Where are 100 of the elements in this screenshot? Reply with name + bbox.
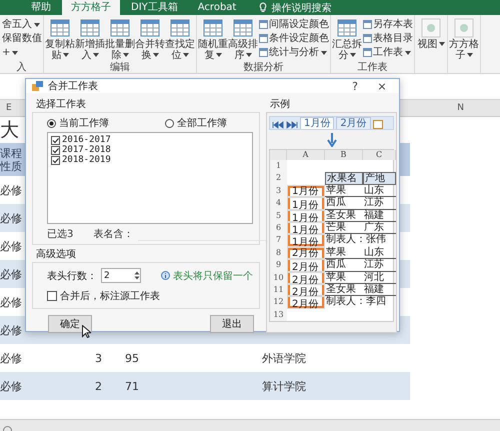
column-header: A (287, 150, 325, 160)
ribbon-button[interactable]: 视图 (416, 18, 446, 62)
ribbon-button[interactable]: 批量删除 (105, 18, 135, 62)
table-cell-text: 71 (124, 380, 139, 392)
group-label: 数据分析 (242, 62, 284, 73)
row-number: 13 (270, 308, 287, 322)
ribbon-button[interactable]: 保留数值 (2, 32, 42, 45)
caret-icon (321, 50, 327, 54)
checkbox-icon[interactable] (47, 291, 57, 301)
ribbon-button[interactable]: 舍五入 (2, 18, 42, 31)
table-cell: 福建 (363, 284, 396, 296)
group-title: 选择工作表 (36, 98, 87, 111)
table-icon (203, 18, 223, 38)
table-cell-text: 2 (94, 380, 102, 392)
row-number: 4 (270, 197, 287, 210)
field-label: 表头行数： (47, 270, 97, 282)
table-cell-text: 制表人：张伟 (325, 234, 387, 246)
group-title: 示例 (270, 98, 291, 111)
ribbon-button[interactable]: 表格目录 (363, 32, 413, 45)
row-number: 6 (270, 222, 287, 234)
ribbon-tab[interactable]: 帮助 (22, 0, 60, 15)
table-icon (80, 18, 100, 38)
caret-icon (152, 52, 158, 57)
caret-icon (92, 52, 98, 57)
table-cell: 芒果 (325, 222, 363, 234)
dialog-button[interactable]: 退出 (210, 315, 254, 333)
list-item[interactable]: 2018-2019 (51, 155, 249, 165)
caret-icon (34, 22, 40, 26)
ribbon-button[interactable]: 合并转换 (135, 18, 165, 62)
checkbox-icon[interactable] (51, 156, 60, 164)
ribbon-button[interactable]: 高级排序 (228, 18, 258, 62)
dialog-title: 合并工作表 (48, 80, 99, 93)
table-cell: 河北 (363, 272, 396, 284)
ribbon-button[interactable]: 新增插入 (75, 18, 105, 62)
ribbon-button[interactable]: 工作表 (363, 46, 413, 59)
column-header: B (325, 150, 363, 160)
table-icon (363, 20, 372, 29)
checkbox-icon[interactable] (51, 136, 60, 144)
table-cell: 圣女果 (325, 284, 363, 296)
caret-icon (405, 50, 411, 54)
close-button[interactable]: × (371, 80, 393, 92)
filter-label: 表名含： (93, 228, 134, 240)
radio-option[interactable]: 当前工作簿 (47, 116, 109, 130)
table-icon (337, 18, 357, 38)
ribbon-button[interactable]: 间隔设定颜色 (259, 18, 329, 31)
ribbon-button[interactable]: 另存本表 (363, 18, 413, 31)
table-cell: 苹果 (325, 272, 363, 284)
sheet-title: 大 (0, 118, 19, 143)
radio-icon[interactable] (165, 118, 174, 128)
row-number: 8 (270, 246, 287, 260)
number-spinner[interactable]: 2 (101, 268, 141, 283)
radio-icon[interactable] (47, 118, 56, 128)
table-cell: 西瓜 (325, 197, 363, 210)
row-number: 7 (270, 234, 287, 247)
table-cell-text: 算计学院 (261, 378, 306, 394)
ribbon-tab[interactable]: DIY工具箱 (122, 0, 187, 15)
row-number: 12 (270, 296, 287, 309)
group-label: 入 (16, 62, 28, 73)
dialog-button[interactable]: 确定 (48, 315, 92, 333)
caret-icon (62, 52, 68, 57)
search-field[interactable]: 操作说明搜索 (271, 0, 332, 14)
checkbox-option[interactable]: 合并后，标注源工作表 (47, 289, 160, 303)
table-cell: 必修 (0, 322, 22, 338)
ribbon-button[interactable]: 条件设定颜色 (259, 32, 329, 45)
table-icon (259, 48, 268, 57)
list-item[interactable]: 2017-2018 (51, 145, 249, 155)
selected-count: 已选3 (47, 228, 74, 240)
radio-option[interactable]: 全部工作簿 (165, 116, 227, 130)
table-icon (140, 18, 160, 38)
table-cell: 必修 (0, 266, 22, 282)
table-cell: 必修 (0, 378, 22, 394)
ribbon-button[interactable]: 随机重复 (198, 18, 228, 62)
ribbon-button[interactable]: 查找定位 (165, 18, 195, 62)
table-cell: 山东 (363, 184, 396, 198)
table-icon (233, 18, 253, 38)
table-icon (363, 48, 372, 57)
ribbon-button[interactable]: 复制粘贴 (45, 18, 75, 62)
down-arrow-icon (326, 133, 336, 147)
list-item[interactable]: 2016-2017 (51, 135, 249, 145)
ribbon-button[interactable]: + (2, 46, 42, 59)
table-icon (259, 20, 268, 29)
table-cell: 西瓜 (325, 259, 363, 272)
caret-icon (12, 50, 18, 54)
row-number: 1 (270, 160, 287, 172)
row-number: 3 (270, 184, 287, 198)
ribbon-tab[interactable]: 方方格子 (62, 0, 120, 15)
ribbon-button[interactable]: 方方格子 (449, 18, 479, 62)
help-button[interactable]: ? (344, 80, 366, 92)
caret-icon (122, 52, 128, 57)
ribbon-button[interactable]: 统计与分析 (259, 46, 329, 59)
table-cell: 必修 (0, 238, 22, 254)
checkbox-icon[interactable] (51, 146, 60, 154)
caret-icon (466, 52, 472, 57)
group-title: 高级选项 (36, 248, 77, 261)
ribbon-button[interactable]: 汇总拆分 (332, 18, 362, 62)
ribbon-tab[interactable]: Acrobat (188, 0, 246, 15)
table-cell: 苹果 (325, 184, 363, 198)
table-cell: 圣女果 (325, 210, 363, 222)
column-header: N (457, 102, 464, 115)
table-cell: 2月份 (287, 272, 325, 284)
